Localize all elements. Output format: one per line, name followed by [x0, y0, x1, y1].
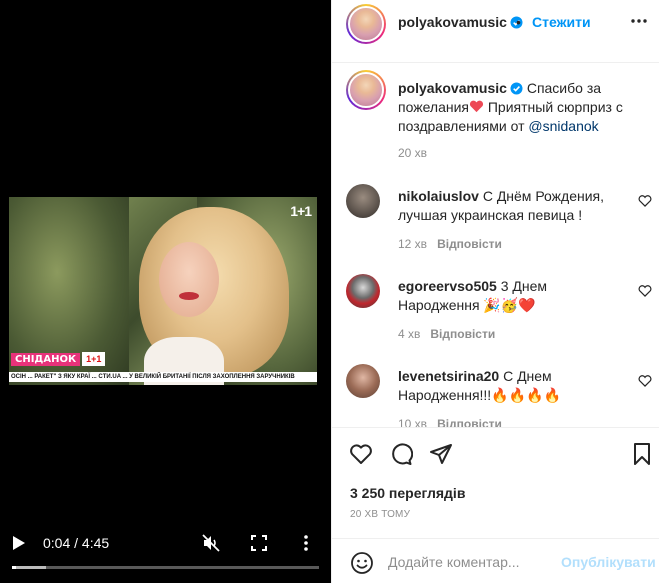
show-name: СНІДАНОК	[11, 352, 81, 366]
video-time: 0:04 / 4:45	[43, 535, 110, 551]
comment-text: nikolaiuslov С Днём Рождения, лучшая укр…	[398, 187, 628, 225]
play-icon[interactable]	[12, 535, 26, 551]
comment-username[interactable]: egoreervso505	[398, 278, 497, 294]
header-username[interactable]: polyakovamusic	[398, 14, 523, 30]
caption-username[interactable]: polyakovamusic	[398, 80, 507, 96]
video-progress-fill	[12, 566, 17, 569]
emoji-icon[interactable]	[350, 551, 374, 575]
red-heart-icon	[469, 100, 484, 113]
show-tag: СНІДАНОК 1+1	[11, 351, 106, 367]
post-actions-bar	[332, 427, 659, 477]
post-header: polyakovamusic • Стежити	[332, 0, 659, 63]
share-paper-plane-icon[interactable]	[429, 442, 453, 466]
comment-username[interactable]: nikolaiuslov	[398, 188, 479, 204]
follow-button[interactable]: Стежити	[532, 14, 591, 30]
caption-mention-link[interactable]: @snidanok	[528, 118, 598, 134]
muted-speaker-icon[interactable]	[202, 534, 220, 552]
comment-avatar[interactable]	[346, 274, 380, 308]
video-controls: 0:04 / 4:45	[0, 528, 331, 558]
comment-username[interactable]: levenetsirina20	[398, 368, 499, 384]
channel-logo: 1+1	[290, 203, 312, 219]
comment-meta: 12 хв Відповісти	[398, 237, 502, 251]
video-player[interactable]: 1+1 СНІДАНОК 1+1 ОСІН ... РАКЕТ" З ЯКУ К…	[0, 0, 331, 583]
verified-badge-icon	[510, 82, 523, 95]
comment-bubble-icon[interactable]	[389, 442, 413, 466]
video-person-lips	[179, 292, 199, 300]
reply-button[interactable]: Відповісти	[437, 237, 502, 251]
video-buffer-bar	[12, 566, 46, 569]
posted-time: 20 ХВ ТОМУ	[350, 509, 411, 520]
more-options-icon[interactable]	[629, 12, 649, 30]
news-ticker: ОСІН ... РАКЕТ" З ЯКУ КРАЇ ... CTИ.UA ..…	[9, 372, 317, 382]
caption-time: 20 хв	[398, 146, 428, 160]
separator-dot: •	[516, 14, 521, 30]
comment-time: 12 хв	[398, 237, 428, 251]
add-comment-bar: Опублікувати	[332, 538, 659, 583]
publish-button[interactable]: Опублікувати	[561, 554, 656, 570]
like-heart-icon[interactable]	[349, 442, 373, 466]
video-frame[interactable]: 1+1 СНІДАНОК 1+1 ОСІН ... РАКЕТ" З ЯКУ К…	[9, 197, 317, 385]
comment-avatar[interactable]	[346, 364, 380, 398]
comment-text: levenetsirina20 С Днем Народження!!!🔥🔥🔥🔥	[398, 367, 628, 405]
views-count[interactable]: 3 250 переглядів	[350, 485, 465, 501]
more-options-vertical-icon[interactable]	[297, 533, 315, 553]
video-person-face	[159, 242, 219, 317]
post-side-panel: polyakovamusic • Стежити polyakovamusic …	[331, 0, 659, 583]
caption-avatar[interactable]	[346, 70, 386, 110]
comment-text: egoreervso505 3 Днем Народження 🎉🥳❤️	[398, 277, 628, 315]
reply-button[interactable]: Відповісти	[430, 327, 495, 341]
like-comment-heart-icon[interactable]	[638, 284, 652, 298]
header-username-text[interactable]: polyakovamusic	[398, 14, 507, 30]
video-progress-bar[interactable]	[12, 566, 319, 569]
caption-text: polyakovamusic Спасибо за пожелания Прия…	[398, 79, 648, 136]
bookmark-icon[interactable]	[630, 442, 654, 466]
comment-meta: 4 хв Відповісти	[398, 327, 495, 341]
comment-avatar[interactable]	[346, 184, 380, 218]
like-comment-heart-icon[interactable]	[638, 194, 652, 208]
fullscreen-icon[interactable]	[250, 534, 268, 552]
comment-time: 4 хв	[398, 327, 421, 341]
comment-input[interactable]	[388, 551, 558, 573]
avatar[interactable]	[346, 4, 386, 44]
like-comment-heart-icon[interactable]	[638, 374, 652, 388]
show-channel: 1+1	[82, 352, 106, 366]
